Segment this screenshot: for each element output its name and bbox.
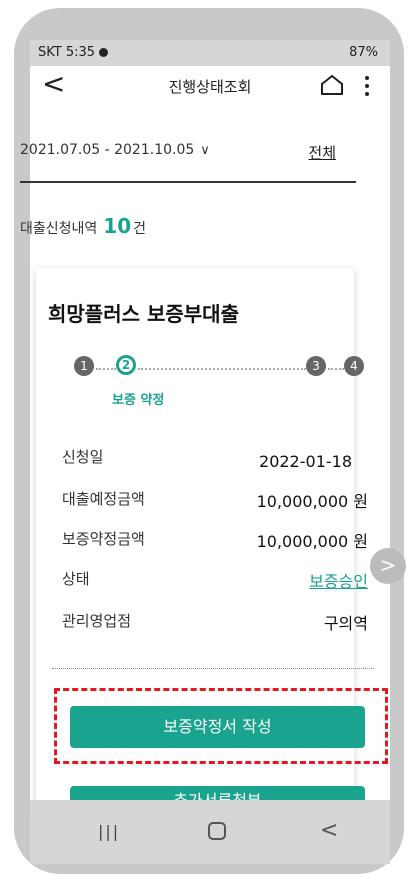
- recent-apps-icon[interactable]: |||: [98, 822, 120, 841]
- chevron-right-icon[interactable]: >: [370, 548, 406, 584]
- summary-label: 대출신청내역: [20, 221, 98, 237]
- detail-value: 10,000,000 원: [256, 492, 368, 511]
- detail-label: 보증약정금액: [62, 530, 145, 548]
- active-step-label: 보증 약정: [112, 393, 165, 408]
- notification-dot-icon: [99, 48, 109, 57]
- summary-count: 10: [103, 214, 132, 238]
- detail-value: 10,000,000 원: [256, 532, 368, 551]
- back-icon[interactable]: <: [320, 818, 338, 843]
- loan-summary: 대출신청내역 10 건: [20, 214, 146, 238]
- detail-row-guarantee-amount: 보증약정금액 10,000,000 원: [62, 528, 368, 551]
- loan-card-title: 희망플러스 보증부대출: [48, 302, 239, 326]
- chevron-down-icon[interactable]: ∨: [200, 143, 210, 158]
- detail-row-branch: 관리영업점 구의역: [62, 610, 368, 633]
- step-4: 4: [344, 356, 364, 376]
- detail-value: 구의역: [323, 614, 368, 633]
- detail-row-apply-date: 신청일 2022-01-18: [62, 446, 368, 471]
- all-filter-link[interactable]: 전체: [308, 142, 336, 163]
- step-1: 1: [74, 356, 94, 376]
- status-carrier-time: SKT 5:35: [38, 45, 109, 60]
- date-filter[interactable]: 2021.07.05 - 2021.10.05 ∨ 전체: [20, 142, 360, 166]
- top-bar: < 진행상태조회: [30, 66, 390, 112]
- detail-row-status: 상태 보증승인: [62, 568, 368, 592]
- step-connector: [328, 368, 344, 370]
- detail-row-expected-amount: 대출예정금액 10,000,000 원: [62, 488, 368, 511]
- status-link[interactable]: 보증승인: [309, 568, 368, 592]
- home-button-icon[interactable]: [208, 822, 226, 840]
- detail-label: 상태: [62, 570, 90, 588]
- step-connector: [138, 368, 306, 370]
- detail-value: 2022-01-18: [259, 452, 352, 471]
- step-3: 3: [306, 356, 326, 376]
- detail-label: 신청일: [62, 448, 104, 466]
- detail-label: 관리영업점: [62, 612, 132, 630]
- summary-unit: 건: [133, 221, 147, 237]
- detail-label: 대출예정금액: [62, 490, 145, 508]
- step-connector: [96, 368, 116, 370]
- home-icon[interactable]: [320, 74, 344, 96]
- status-bar: SKT 5:35 87%: [30, 40, 390, 66]
- date-range-text: 2021.07.05 - 2021.10.05: [20, 142, 195, 158]
- highlight-box: [54, 688, 388, 764]
- system-nav-bar: ||| <: [30, 800, 390, 864]
- step-2: 2: [116, 355, 136, 375]
- status-battery: 87%: [349, 45, 378, 60]
- more-menu-icon[interactable]: [364, 72, 370, 98]
- card-divider: [52, 668, 374, 669]
- filter-divider: [20, 181, 356, 183]
